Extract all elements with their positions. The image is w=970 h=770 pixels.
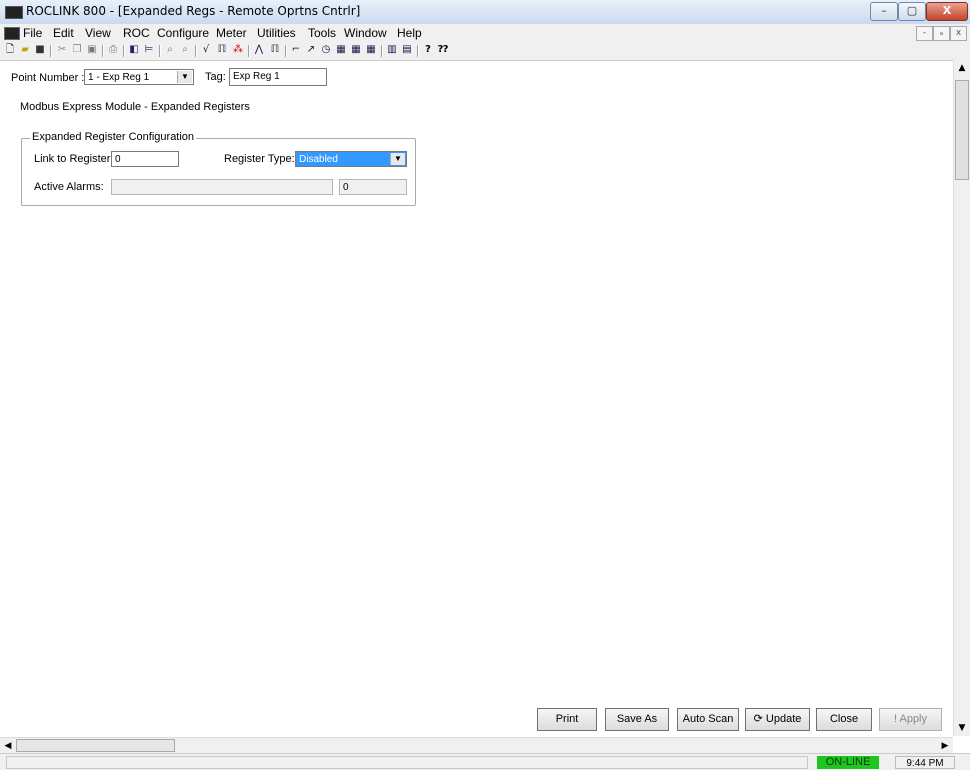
menu-edit[interactable]: Edit bbox=[53, 26, 74, 40]
register-type-label: Register Type: bbox=[224, 153, 295, 165]
display-icon[interactable]: ▦ bbox=[350, 44, 362, 56]
chevron-down-icon[interactable]: ▼ bbox=[390, 153, 405, 165]
copy-icon[interactable]: ❐ bbox=[71, 44, 83, 56]
maximize-button[interactable]: ▢ bbox=[898, 2, 926, 21]
cut-icon[interactable]: ✂ bbox=[56, 44, 68, 56]
tool-icon[interactable]: ⁂ bbox=[232, 44, 244, 56]
new-icon[interactable]: 🗋 bbox=[4, 44, 16, 56]
scroll-left-icon[interactable]: ◀ bbox=[0, 738, 16, 754]
apply-icon: ! bbox=[893, 713, 898, 725]
clock-icon[interactable]: ◷ bbox=[320, 44, 332, 56]
mdi-minimize-button[interactable]: - bbox=[916, 26, 933, 41]
chevron-down-icon[interactable]: ▼ bbox=[177, 71, 192, 83]
expanded-register-group: Expanded Register Configuration Link to … bbox=[21, 131, 416, 206]
tag-input[interactable]: Exp Reg 1 bbox=[229, 68, 327, 86]
help-icon[interactable]: ? bbox=[422, 44, 434, 56]
menu-tools[interactable]: Tools bbox=[308, 26, 336, 40]
save-as-button[interactable]: Save As bbox=[605, 708, 669, 731]
connect-icon[interactable]: ◧ bbox=[128, 44, 140, 56]
config-icon[interactable]: ⌐ bbox=[290, 44, 302, 56]
window-title: ROCLINK 800 - [Expanded Regs - Remote Op… bbox=[26, 4, 361, 18]
vertical-scroll-thumb[interactable] bbox=[955, 80, 969, 180]
apply-label: Apply bbox=[899, 713, 928, 725]
status-time: 9:44 PM bbox=[895, 756, 955, 769]
register-type-value: Disabled bbox=[299, 154, 338, 165]
toolbar-separator bbox=[159, 45, 161, 57]
connection-status-badge: ON-LINE bbox=[817, 756, 879, 769]
scroll-up-icon[interactable]: ▲ bbox=[954, 60, 970, 76]
toolbar-separator bbox=[195, 45, 197, 57]
menu-configure[interactable]: Configure bbox=[157, 26, 209, 40]
register-type-select[interactable]: Disabled ▼ bbox=[295, 151, 407, 167]
menu-meter[interactable]: Meter bbox=[216, 26, 247, 40]
meter-icon[interactable]: ▦ bbox=[335, 44, 347, 56]
toolbar-separator bbox=[417, 45, 419, 57]
update-label: Update bbox=[765, 713, 802, 725]
active-alarms-field bbox=[111, 179, 333, 195]
tag-label: Tag: bbox=[205, 71, 226, 83]
close-button[interactable]: Close bbox=[816, 708, 872, 731]
open-icon[interactable]: ▰ bbox=[19, 44, 31, 56]
scroll-right-icon[interactable]: ▶ bbox=[937, 738, 953, 754]
app-icon bbox=[5, 6, 23, 19]
mdi-close-button[interactable]: x bbox=[950, 26, 967, 41]
toolbar-separator bbox=[123, 45, 125, 57]
status-pane bbox=[6, 756, 808, 769]
toolbar-separator bbox=[102, 45, 104, 57]
chart-icon[interactable]: √ bbox=[200, 44, 212, 56]
update-button[interactable]: ⟳ Update bbox=[745, 708, 810, 731]
toolbar-separator bbox=[50, 45, 52, 57]
display2-icon[interactable]: ▦ bbox=[365, 44, 377, 56]
close-window-button[interactable]: X bbox=[926, 2, 968, 21]
status-bar: ON-LINE 9:44 PM bbox=[0, 753, 970, 770]
io-icon[interactable]: ℿ bbox=[216, 44, 228, 56]
toolbar-separator bbox=[248, 45, 250, 57]
active-alarms-code: 0 bbox=[339, 179, 407, 195]
update-icon: ⟳ bbox=[753, 713, 763, 725]
menu-file[interactable]: File bbox=[23, 26, 42, 40]
document-icon[interactable] bbox=[4, 27, 20, 40]
print-button[interactable]: Print bbox=[537, 708, 597, 731]
save-icon[interactable]: ■ bbox=[34, 44, 46, 56]
graph-icon[interactable]: ⋀ bbox=[253, 44, 265, 56]
print-icon[interactable]: ⎙ bbox=[107, 44, 119, 56]
horizontal-scroll-thumb[interactable] bbox=[16, 739, 175, 752]
minimize-button[interactable]: – bbox=[870, 2, 898, 21]
apply-button[interactable]: ! Apply bbox=[879, 708, 942, 731]
horizontal-scrollbar[interactable]: ◀ ▶ bbox=[0, 737, 953, 754]
toolbar-separator bbox=[285, 45, 287, 57]
menu-roc[interactable]: ROC bbox=[123, 26, 150, 40]
toolbar-separator bbox=[381, 45, 383, 57]
menu-utilities[interactable]: Utilities bbox=[257, 26, 296, 40]
toolbar: 🗋 ▰ ■ ✂ ❐ ▣ ⎙ ◧ ⊨ ⌕ ⌕ √ ℿ ⁂ ⋀ ℿ ⌐ ↗ ◷ ▦ … bbox=[0, 42, 970, 60]
export-icon[interactable]: ▤ bbox=[401, 44, 413, 56]
report-icon[interactable]: ▥ bbox=[386, 44, 398, 56]
title-bar: ROCLINK 800 - [Expanded Regs - Remote Op… bbox=[0, 0, 970, 25]
active-alarms-label: Active Alarms: bbox=[34, 181, 104, 193]
paste-icon[interactable]: ▣ bbox=[86, 44, 98, 56]
point-number-value: 1 - Exp Reg 1 bbox=[88, 72, 150, 83]
menu-bar: File Edit View ROC Configure Meter Utili… bbox=[0, 24, 970, 42]
point-number-label: Point Number : bbox=[11, 72, 85, 84]
scroll-down-icon[interactable]: ▼ bbox=[954, 720, 970, 736]
point-number-select[interactable]: 1 - Exp Reg 1 ▼ bbox=[84, 69, 194, 85]
zoom-in-icon[interactable]: ⌕ bbox=[164, 44, 176, 56]
tree-icon[interactable]: ⊨ bbox=[143, 44, 155, 56]
vertical-scrollbar[interactable]: ▲ ▼ bbox=[953, 60, 970, 736]
group-title: Expanded Register Configuration bbox=[30, 131, 197, 143]
menu-help[interactable]: Help bbox=[397, 26, 422, 40]
link-to-register-input[interactable]: 0 bbox=[111, 151, 179, 167]
mdi-restore-button[interactable]: ₐ bbox=[933, 26, 950, 41]
zoom-out-icon[interactable]: ⌕ bbox=[179, 44, 191, 56]
link-to-register-label: Link to Register: bbox=[34, 153, 114, 165]
menu-view[interactable]: View bbox=[85, 26, 111, 40]
menu-window[interactable]: Window bbox=[344, 26, 387, 40]
page-heading: Modbus Express Module - Expanded Registe… bbox=[20, 101, 250, 113]
auto-scan-button[interactable]: Auto Scan bbox=[677, 708, 739, 731]
context-help-icon[interactable]: ⁇ bbox=[437, 44, 449, 56]
flash-icon[interactable]: ↗ bbox=[305, 44, 317, 56]
plot-icon[interactable]: ℿ bbox=[269, 44, 281, 56]
